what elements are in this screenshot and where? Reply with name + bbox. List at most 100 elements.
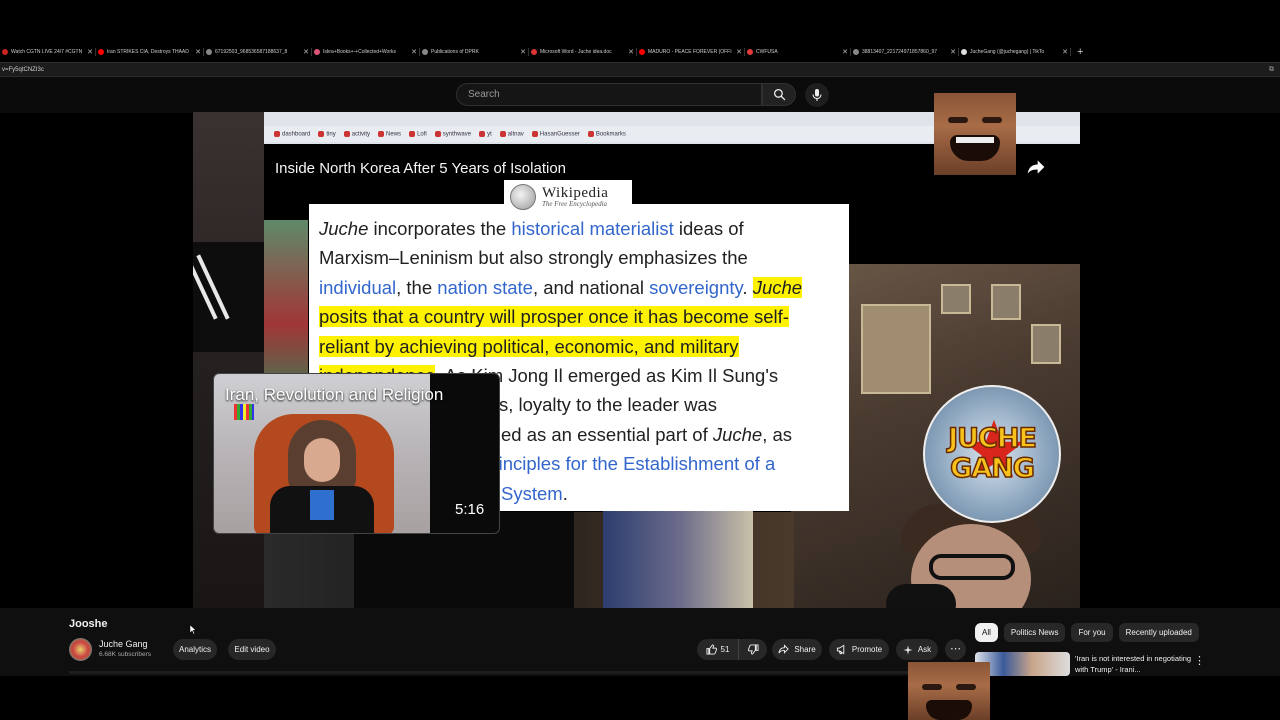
captured-bookmark: tiny <box>318 130 336 137</box>
ask-button[interactable]: Ask <box>896 639 938 660</box>
mouse-cursor-icon <box>189 624 197 635</box>
tab-close-icon[interactable]: ✕ <box>303 48 309 56</box>
captured-video-title: Inside North Korea After 5 Years of Isol… <box>275 160 567 177</box>
tab-close-icon[interactable]: ✕ <box>628 48 634 56</box>
ask-label: Ask <box>917 645 932 654</box>
captured-bookmark: News <box>378 130 401 137</box>
analytics-button[interactable]: Analytics <box>173 639 217 660</box>
laughing-face-overlay <box>934 93 1016 175</box>
miniplayer-title: Iran, Revolution and Religion <box>225 385 444 404</box>
tab-close-icon[interactable]: ✕ <box>195 48 201 56</box>
wiki-text-run: Juche <box>319 218 369 239</box>
wall-frame <box>861 304 931 394</box>
channel-avatar[interactable] <box>69 638 92 661</box>
dislike-button[interactable] <box>739 644 767 655</box>
browser-tab[interactable]: JucheGang (@juchegang) | TikTo ✕ <box>959 44 1071 60</box>
share-arrow-icon <box>1027 160 1045 174</box>
megaphone-icon <box>836 644 845 655</box>
wiki-line: individual, the nation state, and nation… <box>319 273 839 302</box>
tab-title: JucheGang (@juchegang) | TikTo <box>970 49 1045 55</box>
address-text: v=Fy5qtCNZI3c <box>2 66 44 73</box>
extension-icon[interactable]: ⧉ <box>1269 66 1274 74</box>
wiki-text-run: reliant by achieving political, economic… <box>319 335 739 357</box>
filter-chip[interactable]: For you <box>1071 623 1113 642</box>
filter-chip[interactable]: Recently uploaded <box>1118 623 1199 642</box>
search-button[interactable] <box>762 83 796 106</box>
browser-tab[interactable]: 38813407_221724971857860_97 ✕ <box>851 44 959 60</box>
filter-chip[interactable]: Politics News <box>1003 623 1066 642</box>
wall-frame <box>941 284 971 314</box>
wiki-line: Marxism–Leninism but also strongly empha… <box>319 243 839 272</box>
mic-icon <box>812 89 822 101</box>
video-title: Jooshe <box>69 618 108 630</box>
search-input[interactable]: Search <box>456 83 762 106</box>
browser-tab[interactable]: Microsoft Word - Juche idea.doc ✕ <box>529 44 637 60</box>
wiki-link[interactable]: nation state <box>437 277 533 298</box>
tab-title: Microsoft Word - Juche idea.doc <box>540 49 612 55</box>
wiki-text-run: posits that a country will prosper once … <box>319 306 789 328</box>
tab-close-icon[interactable]: ✕ <box>520 48 526 56</box>
tab-close-icon[interactable]: ✕ <box>842 48 848 56</box>
browser-tab[interactable]: Iskra+Books+-+Collected+Works ✕ <box>312 44 420 60</box>
analytics-label: Analytics <box>178 645 211 654</box>
promote-button[interactable]: Promote <box>829 639 889 660</box>
tab-close-icon[interactable]: ✕ <box>1062 48 1068 56</box>
browser-tab[interactable]: MADURO - PEACE FOREVER (OFFI ✕ <box>637 44 745 60</box>
miniplayer[interactable]: Iran, Revolution and Religion 5:16 <box>213 373 500 534</box>
like-count: 51 <box>720 645 730 654</box>
wiki-link[interactable]: historical materialist <box>511 218 673 239</box>
edit-video-button[interactable]: Edit video <box>228 639 276 660</box>
bookshelf <box>603 504 753 608</box>
wiki-text-run: ideas of <box>673 218 744 239</box>
browser-tab[interactable]: CWFUSA ✕ <box>745 44 851 60</box>
more-actions-button[interactable]: ⋯ <box>945 639 966 660</box>
wiki-text-run: . <box>562 482 568 504</box>
tab-favicon-icon <box>531 49 537 55</box>
browser-tab[interactable]: Iran STRIKES CIA, Destroys THAAD ✕ <box>96 44 204 60</box>
recommendation-filter-chips: All Politics News For you Recently uploaded <box>975 623 1199 642</box>
voice-search-button[interactable] <box>805 83 829 107</box>
laughing-face-overlay <box>908 662 990 720</box>
browser-tab[interactable]: Publications of DPRK ✕ <box>420 44 529 60</box>
captured-bookmark: HasanGuesser <box>531 130 580 137</box>
filter-chip[interactable]: All <box>975 623 998 642</box>
more-horizontal-icon: ⋯ <box>950 643 961 655</box>
like-dislike-group: 51 <box>697 639 767 660</box>
tab-close-icon[interactable]: ✕ <box>411 48 417 56</box>
captured-bookmark: yt <box>479 130 492 137</box>
tab-favicon-icon <box>314 49 320 55</box>
tab-title: 67192503_968536587188637_8 <box>215 49 288 55</box>
wall-frame <box>991 284 1021 320</box>
tab-close-icon[interactable]: ✕ <box>736 48 742 56</box>
tab-close-icon[interactable]: ✕ <box>87 48 93 56</box>
browser-tab[interactable]: Watch CGTN LIVE 24/7 #CGTN ✕ <box>0 44 96 60</box>
wiki-link[interactable]: individual <box>319 277 396 298</box>
wiki-text-run: Juche <box>712 423 763 445</box>
address-bar[interactable]: v=Fy5qtCNZI3c ⧉ <box>0 62 1280 77</box>
tab-close-icon[interactable]: ✕ <box>950 48 956 56</box>
wall-frame <box>1031 324 1061 364</box>
channel-name[interactable]: Juche Gang <box>99 639 148 649</box>
tab-title: Watch CGTN LIVE 24/7 #CGTN <box>11 49 83 55</box>
tab-favicon-icon <box>98 49 104 55</box>
recommended-video-title[interactable]: 'Iran is not interested in negotiating w… <box>1075 653 1195 675</box>
tab-title: CWFUSA <box>756 49 778 55</box>
wiki-text-run: , the <box>396 276 438 298</box>
tab-favicon-icon <box>2 49 8 55</box>
wiki-text-run: incorporates the <box>368 218 512 239</box>
tab-favicon-icon <box>639 49 645 55</box>
like-button[interactable]: 51 <box>697 639 739 660</box>
share-button[interactable]: Share <box>772 639 822 660</box>
juche-gang-badge: JUCHE GANG <box>923 385 1061 523</box>
wikipedia-wordmark: Wikipedia <box>542 185 609 201</box>
wiki-link[interactable]: sovereignty <box>649 277 742 298</box>
captured-bookmark: activity <box>343 130 370 137</box>
captured-bookmark: synthwave <box>434 130 471 137</box>
browser-tab[interactable]: 67192503_968536587188637_8 ✕ <box>204 44 312 60</box>
search-icon <box>773 88 785 101</box>
more-vertical-icon[interactable]: ⋮ <box>1194 654 1205 667</box>
captured-bookmark: altnav <box>499 130 524 137</box>
new-tab-button[interactable]: + <box>1077 46 1083 58</box>
tab-title: 38813407_221724971857860_97 <box>862 49 938 55</box>
tab-favicon-icon <box>422 49 428 55</box>
